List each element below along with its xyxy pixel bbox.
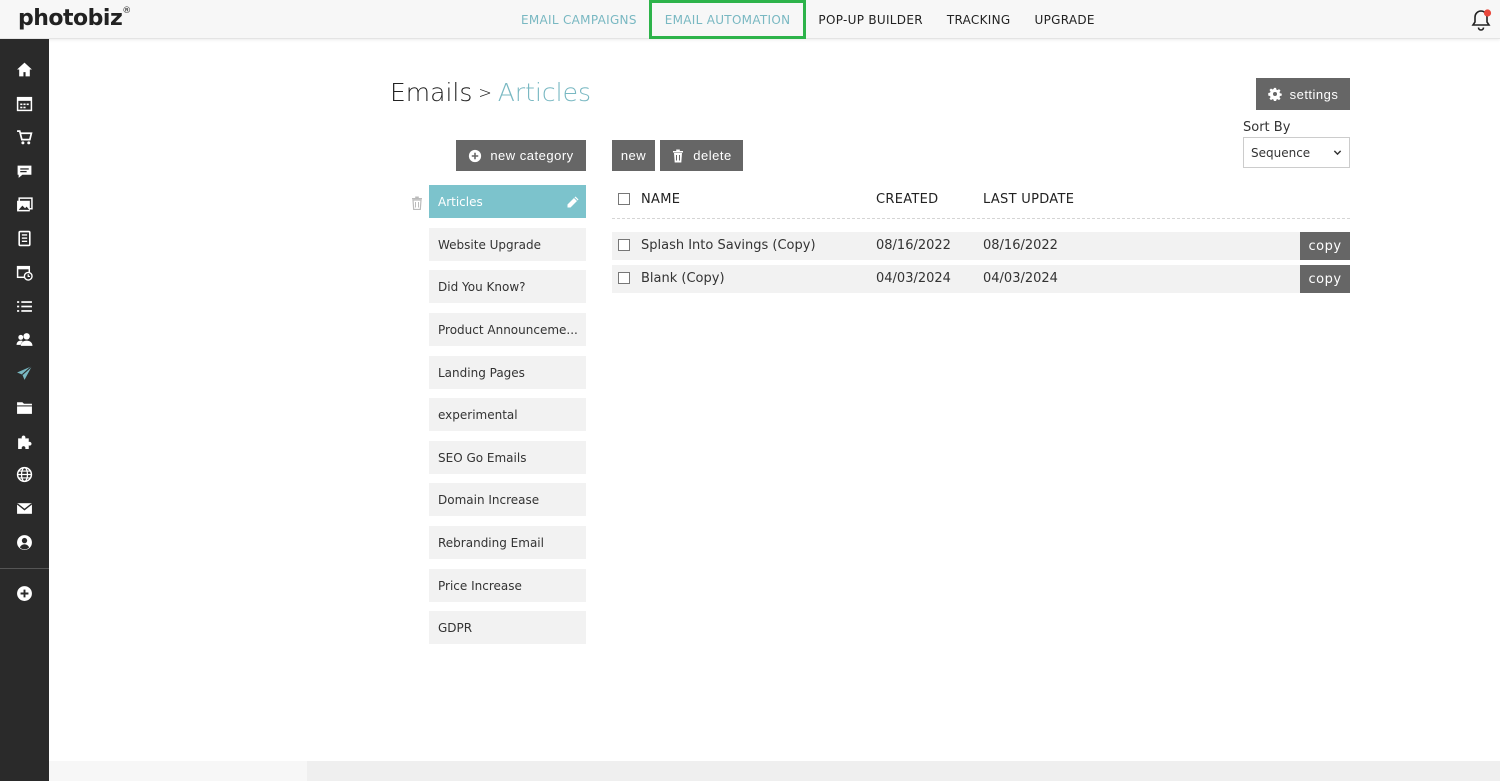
- table-row[interactable]: Splash Into Savings (Copy) 08/16/2022 08…: [612, 232, 1350, 260]
- page-title: Emails > Articles: [390, 78, 591, 107]
- column-header-name[interactable]: NAME: [641, 192, 680, 207]
- category-item[interactable]: Did You Know?: [429, 270, 586, 303]
- document-icon[interactable]: [15, 229, 34, 248]
- email-name[interactable]: Splash Into Savings (Copy): [641, 238, 816, 253]
- row-checkbox[interactable]: [618, 272, 630, 284]
- category-label: Articles: [438, 194, 483, 209]
- images-icon[interactable]: [15, 195, 34, 214]
- sort-by-label: Sort By: [1243, 120, 1291, 135]
- title-emails[interactable]: Emails: [390, 78, 472, 107]
- email-last-update: 08/16/2022: [983, 238, 1058, 253]
- category-item[interactable]: Price Increase: [429, 569, 586, 602]
- breadcrumb-current: Articles: [497, 78, 592, 107]
- folder-icon[interactable]: [15, 398, 34, 417]
- category-item[interactable]: GDPR: [429, 611, 586, 644]
- email-created: 04/03/2024: [876, 271, 951, 286]
- notification-bell-icon[interactable]: [1470, 8, 1492, 32]
- breadcrumb-separator: >: [478, 83, 492, 102]
- top-navigation: EMAIL CAMPAIGNS EMAIL AUTOMATION POP-UP …: [509, 0, 1107, 39]
- category-item[interactable]: experimental: [429, 398, 586, 431]
- new-category-button[interactable]: new category: [456, 140, 586, 171]
- account-icon[interactable]: [15, 533, 34, 552]
- settings-label: settings: [1289, 86, 1339, 102]
- plus-circle-icon: [469, 149, 482, 162]
- pencil-icon[interactable]: [566, 195, 580, 209]
- category-item[interactable]: Domain Increase: [429, 483, 586, 516]
- footer-left-panel: [49, 761, 307, 781]
- category-item[interactable]: Product Announceme...: [429, 313, 586, 346]
- category-item[interactable]: Rebranding Email: [429, 526, 586, 559]
- new-button[interactable]: new: [612, 140, 655, 171]
- footer-bar: [49, 761, 1500, 781]
- column-header-last-update[interactable]: LAST UPDATE: [983, 192, 1074, 207]
- calendar-icon[interactable]: [15, 94, 34, 113]
- list-icon[interactable]: [15, 297, 34, 316]
- gear-icon: [1267, 87, 1282, 101]
- category-item[interactable]: Landing Pages: [429, 356, 586, 389]
- category-item-articles[interactable]: Articles: [429, 185, 586, 218]
- home-icon[interactable]: [15, 60, 34, 79]
- email-name[interactable]: Blank (Copy): [641, 271, 725, 286]
- copy-button[interactable]: copy: [1300, 232, 1350, 260]
- sidebar: [0, 39, 49, 781]
- table-row[interactable]: Blank (Copy) 04/03/2024 04/03/2024 copy: [612, 265, 1350, 293]
- add-icon[interactable]: [15, 584, 34, 603]
- trash-icon: [673, 149, 684, 162]
- mail-icon[interactable]: [15, 499, 34, 518]
- delete-category-icon[interactable]: [411, 195, 423, 211]
- new-category-label: new category: [490, 148, 574, 163]
- delete-button[interactable]: delete: [660, 140, 743, 171]
- delete-label: delete: [693, 148, 732, 163]
- table-divider: [612, 218, 1350, 219]
- nav-email-campaigns[interactable]: EMAIL CAMPAIGNS: [509, 0, 649, 39]
- chat-icon[interactable]: [15, 162, 34, 181]
- sort-by-select[interactable]: Sequence: [1243, 137, 1350, 168]
- nav-email-automation[interactable]: EMAIL AUTOMATION: [648, 0, 807, 39]
- nav-popup-builder[interactable]: POP-UP BUILDER: [806, 0, 934, 39]
- cart-icon[interactable]: [15, 128, 34, 147]
- category-item[interactable]: SEO Go Emails: [429, 441, 586, 474]
- email-last-update: 04/03/2024: [983, 271, 1058, 286]
- settings-button[interactable]: settings: [1256, 78, 1350, 110]
- puzzle-icon[interactable]: [15, 432, 34, 451]
- copy-button[interactable]: copy: [1300, 265, 1350, 293]
- new-label: new: [620, 148, 647, 163]
- schedule-icon[interactable]: [15, 263, 34, 282]
- users-icon[interactable]: [15, 330, 34, 349]
- category-item[interactable]: Website Upgrade: [429, 228, 586, 261]
- column-header-created[interactable]: CREATED: [876, 192, 938, 207]
- email-created: 08/16/2022: [876, 238, 951, 253]
- nav-upgrade[interactable]: UPGRADE: [1023, 0, 1107, 39]
- select-all-checkbox[interactable]: [618, 193, 630, 205]
- send-icon[interactable]: [15, 364, 34, 383]
- notification-dot: [1483, 9, 1492, 17]
- globe-icon[interactable]: [15, 465, 34, 484]
- sort-by-value: Sequence: [1251, 145, 1311, 160]
- row-checkbox[interactable]: [618, 239, 630, 251]
- nav-tracking[interactable]: TRACKING: [935, 0, 1023, 39]
- top-bar: photobiz® EMAIL CAMPAIGNS EMAIL AUTOMATI…: [0, 0, 1500, 39]
- sidebar-divider: [0, 568, 49, 569]
- chevron-down-icon: [1333, 150, 1342, 156]
- photobiz-logo[interactable]: photobiz®: [18, 6, 131, 31]
